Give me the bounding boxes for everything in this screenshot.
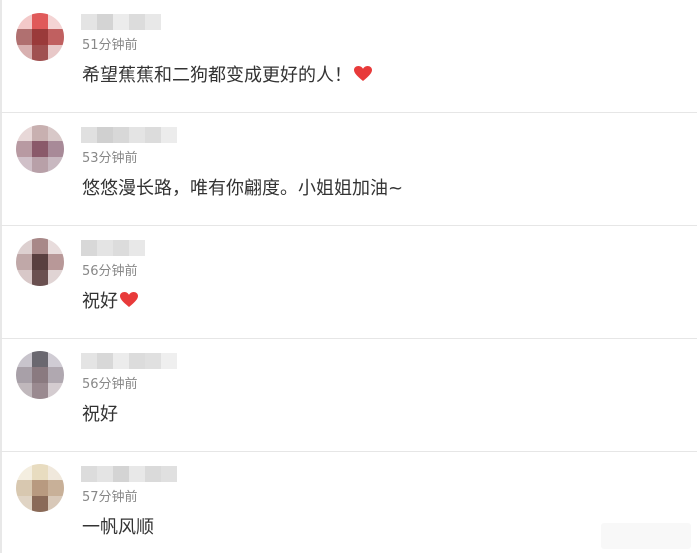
avatar[interactable] (16, 13, 64, 61)
comment-time: 56分钟前 (82, 377, 138, 392)
avatar[interactable] (16, 351, 64, 399)
comment-item: 51分钟前 希望蕉蕉和二狗都变成更好的人！ (0, 0, 697, 113)
comment-time: 53分钟前 (82, 151, 138, 166)
heart-emoji-icon (120, 292, 138, 307)
comment-text: 祝好 (82, 403, 118, 427)
username-blurred[interactable] (81, 466, 177, 482)
comment-text-content: 祝好 (82, 404, 118, 425)
comment-item: 56分钟前 祝好 (0, 339, 697, 452)
comment-text: 悠悠漫长路，唯有你翩度。小姐姐加油~ (82, 177, 403, 201)
comment-item: 53分钟前 悠悠漫长路，唯有你翩度。小姐姐加油~ (0, 113, 697, 226)
comment-text: 希望蕉蕉和二狗都变成更好的人！ (82, 64, 372, 88)
comment-time: 56分钟前 (82, 264, 138, 279)
avatar[interactable] (16, 464, 64, 512)
comment-text-content: 祝好 (82, 291, 118, 312)
username-blurred[interactable] (81, 127, 177, 143)
comment-text-content: 一帆风顺 (82, 517, 154, 538)
comment-text-content: 悠悠漫长路，唯有你翩度。小姐姐加油~ (82, 178, 404, 199)
comment-text: 一帆风顺 (82, 516, 154, 540)
avatar[interactable] (16, 238, 64, 286)
comment-time: 51分钟前 (82, 38, 138, 53)
avatar[interactable] (16, 125, 64, 173)
comment-item: 57分钟前 一帆风顺 (0, 452, 697, 553)
comment-time: 57分钟前 (82, 490, 138, 505)
username-blurred[interactable] (81, 14, 161, 30)
watermark (601, 523, 691, 549)
comment-item: 56分钟前 祝好 (0, 226, 697, 339)
comment-text: 祝好 (82, 290, 138, 314)
username-blurred[interactable] (81, 240, 145, 256)
comment-text-content: 希望蕉蕉和二狗都变成更好的人！ (82, 65, 352, 86)
heart-emoji-icon (354, 66, 372, 81)
username-blurred[interactable] (81, 353, 177, 369)
